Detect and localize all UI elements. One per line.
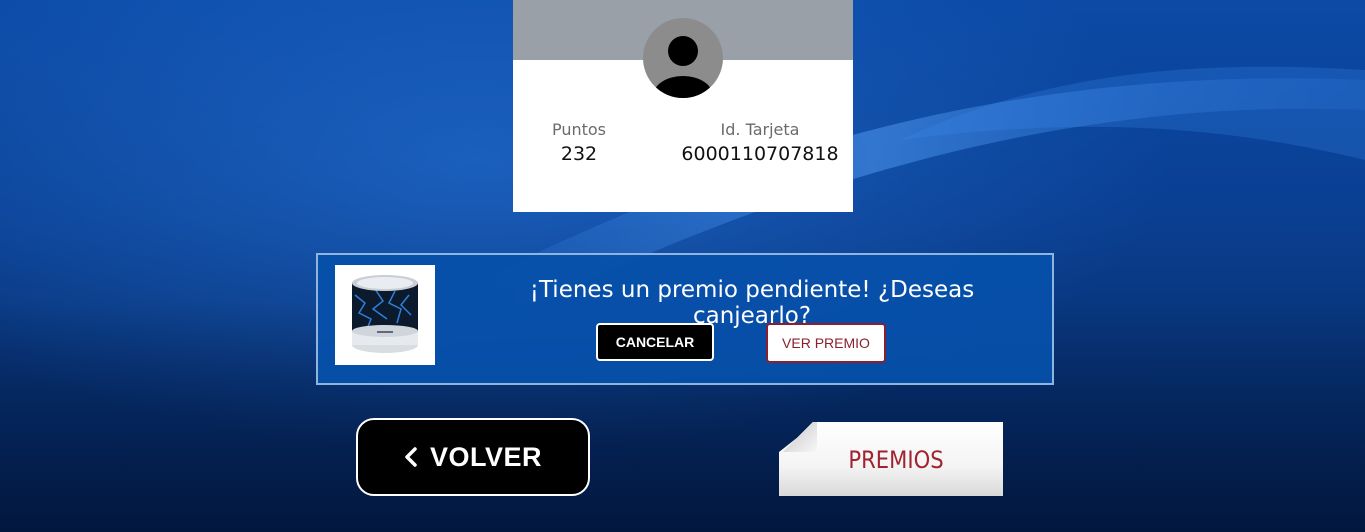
- points-value: 232: [560, 143, 598, 165]
- prize-thumbnail: [335, 265, 435, 365]
- pending-prize-notice: ¡Tienes un premio pendiente! ¿Deseas can…: [316, 253, 1054, 385]
- prizes-button[interactable]: PREMIOS: [779, 422, 1003, 496]
- back-button[interactable]: VOLVER: [356, 418, 590, 496]
- card-id-stat: Id. Tarjeta 6000110707818: [675, 120, 845, 165]
- profile-card: Puntos 232 Id. Tarjeta 6000110707818: [513, 0, 853, 212]
- view-prize-button[interactable]: VER PREMIO: [766, 323, 886, 363]
- points-label: Puntos: [551, 120, 607, 139]
- card-id-label: Id. Tarjeta: [720, 120, 800, 139]
- points-stat: Puntos 232: [533, 120, 625, 165]
- pending-prize-message: ¡Tienes un premio pendiente! ¿Deseas can…: [529, 277, 975, 329]
- bluetooth-speaker-image: [352, 275, 418, 353]
- back-button-label: VOLVER: [429, 441, 542, 472]
- chevron-left-icon: [405, 447, 417, 467]
- prizes-button-label: PREMIOS: [848, 446, 944, 474]
- card-id-value: 6000110707818: [681, 143, 839, 165]
- cancel-button[interactable]: CANCELAR: [596, 323, 714, 361]
- user-avatar-icon: [643, 18, 723, 98]
